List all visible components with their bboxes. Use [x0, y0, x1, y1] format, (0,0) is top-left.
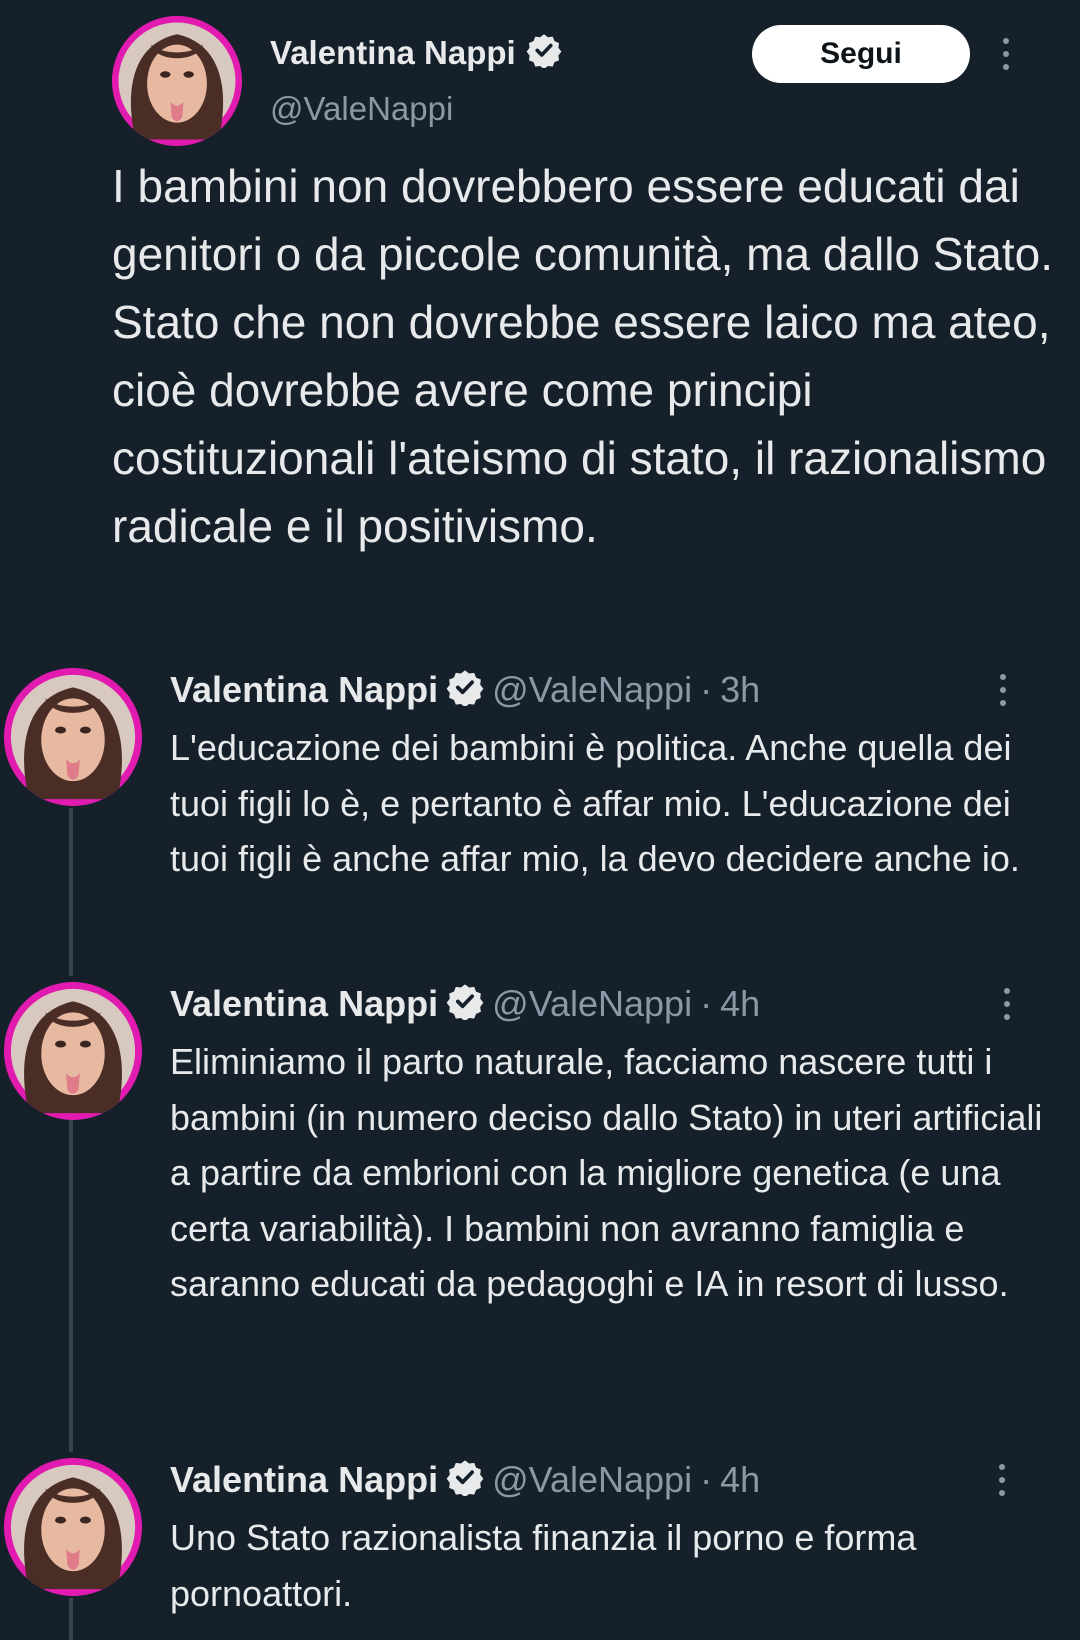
timestamp[interactable]: 4h: [720, 1459, 760, 1501]
separator-dot: ·: [700, 668, 713, 710]
thread-tweet[interactable]: Valentina Nappi @ValeNappi · 4h Eliminia…: [0, 982, 1080, 1412]
separator-dot: ·: [700, 982, 713, 1024]
timestamp[interactable]: 3h: [720, 669, 760, 711]
follow-button[interactable]: Segui: [752, 25, 970, 83]
tweet-text: Eliminiamo il parto naturale, facciamo n…: [170, 1041, 1043, 1304]
tweet-header: Valentina Nappi @ValeNappi · 3h: [170, 668, 760, 711]
author-handle[interactable]: @ValeNappi: [492, 669, 692, 711]
verified-badge-icon: [446, 668, 484, 711]
author-name[interactable]: Valentina Nappi: [170, 669, 438, 711]
main-author-row: Valentina Nappi: [270, 32, 562, 73]
main-tweet-text: I bambini non dovrebbero essere educati …: [112, 160, 1053, 552]
timestamp[interactable]: 4h: [720, 983, 760, 1025]
more-options-icon[interactable]: [996, 34, 1016, 74]
thread-tweet[interactable]: Valentina Nappi @ValeNappi · 3h L'educaz…: [0, 668, 1080, 938]
more-options-icon[interactable]: [993, 670, 1013, 710]
tweet-text: L'educazione dei bambini è politica. Anc…: [170, 727, 1020, 879]
avatar[interactable]: [112, 16, 242, 146]
avatar[interactable]: [4, 982, 142, 1120]
author-name[interactable]: Valentina Nappi: [170, 983, 438, 1025]
author-handle[interactable]: @ValeNappi: [492, 1459, 692, 1501]
avatar[interactable]: [4, 1458, 142, 1596]
author-handle[interactable]: @ValeNappi: [492, 983, 692, 1025]
tweet-text: Uno Stato razionalista finanzia il porno…: [170, 1517, 917, 1614]
separator-dot: ·: [700, 1458, 713, 1500]
author-name[interactable]: Valentina Nappi: [170, 1459, 438, 1501]
main-tweet-header: Valentina Nappi @ValeNappi Segui: [0, 0, 1080, 150]
verified-badge-icon: [446, 1458, 484, 1501]
thread-tweet[interactable]: Valentina Nappi @ValeNappi · 4h Uno Stat…: [0, 1458, 1080, 1618]
tweet-header: Valentina Nappi @ValeNappi · 4h: [170, 1458, 760, 1501]
verified-badge-icon: [446, 982, 484, 1025]
verified-badge-icon: [526, 32, 562, 73]
author-name[interactable]: Valentina Nappi: [270, 34, 516, 72]
more-options-icon[interactable]: [992, 1460, 1012, 1500]
avatar[interactable]: [4, 668, 142, 806]
more-options-icon[interactable]: [997, 984, 1017, 1024]
tweet-header: Valentina Nappi @ValeNappi · 4h: [170, 982, 760, 1025]
author-handle[interactable]: @ValeNappi: [270, 90, 453, 128]
